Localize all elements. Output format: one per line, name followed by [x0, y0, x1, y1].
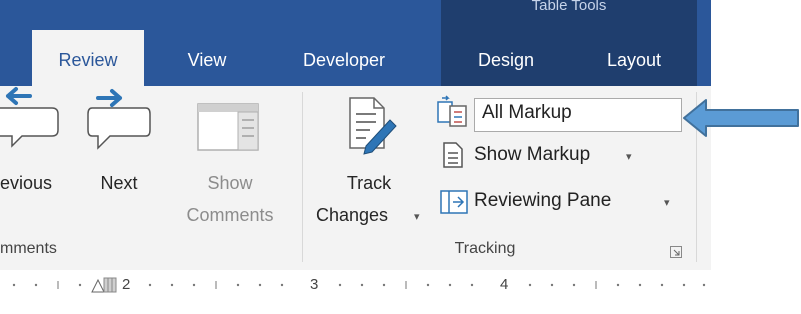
track-changes-label-line2: Changes: [316, 205, 389, 225]
track-changes-icon: [349, 97, 397, 155]
track-changes-label-line1: Track: [346, 173, 392, 193]
reviewing-pane-label: Reviewing Pane: [474, 190, 612, 211]
show-markup-label: Show Markup: [474, 144, 591, 165]
reviewing-pane-dropdown-icon: ▾: [664, 197, 670, 209]
show-markup-icon: [443, 142, 463, 168]
dialog-launcher-icon[interactable]: [670, 246, 682, 258]
show-comments-label-line2: Comments: [186, 205, 274, 225]
group-separator: [302, 92, 303, 262]
ruler-mark-2: 2: [122, 276, 131, 293]
show-markup-button[interactable]: Show Markup ▾: [436, 140, 656, 172]
callout-arrow: [683, 99, 799, 137]
tab-layout[interactable]: Layout: [588, 42, 680, 78]
show-comments-icon: [197, 103, 259, 151]
reviewing-pane-icon: [440, 190, 468, 214]
ruler-mark-3: 3: [310, 276, 319, 293]
previous-comment-label: evious: [0, 173, 53, 193]
show-markup-dropdown-icon: ▾: [626, 151, 632, 163]
context-tab-group-label: Table Tools: [531, 0, 607, 14]
next-comment-icon: [87, 89, 151, 150]
display-for-review-icon: [437, 95, 467, 127]
tab-developer[interactable]: Developer: [284, 42, 404, 78]
previous-comment-icon: [0, 87, 59, 148]
show-comments-label-line1: Show: [207, 173, 253, 193]
show-comments-button[interactable]: Show Comments: [180, 92, 280, 242]
track-changes-button[interactable]: Track Changes ▾: [306, 92, 432, 242]
next-comment-button[interactable]: Next: [84, 89, 154, 242]
track-changes-dropdown-icon: ▾: [414, 211, 420, 223]
comments-group-label: mments: [0, 240, 57, 257]
previous-comment-button[interactable]: evious: [0, 87, 70, 242]
tracking-group-label: Tracking: [454, 240, 516, 257]
document-area: [0, 300, 711, 314]
tab-design[interactable]: Design: [461, 42, 551, 78]
page-background-right: [711, 0, 801, 314]
tab-view[interactable]: View: [170, 42, 244, 78]
tab-review[interactable]: Review: [32, 30, 144, 86]
ruler-mark-4: 4: [500, 276, 509, 293]
reviewing-pane-button[interactable]: Reviewing Pane ▾: [436, 186, 676, 218]
ruler-ticks: [12, 277, 706, 293]
next-comment-label: Next: [100, 173, 138, 193]
markup-display-select-value: All Markup: [482, 102, 572, 123]
